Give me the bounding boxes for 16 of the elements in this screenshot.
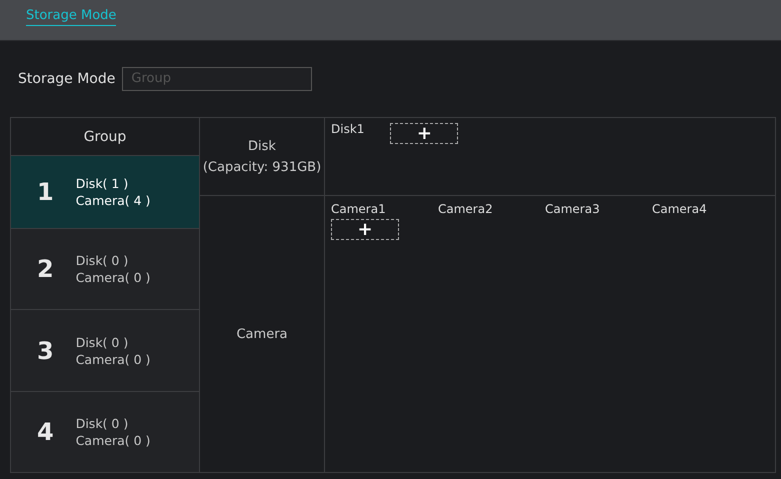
group-item[interactable]: 1 Disk( 1 ) Camera( 4 ) bbox=[11, 155, 199, 228]
disk-label: Disk (Capacity: 931GB) bbox=[200, 118, 325, 195]
group-header: Group bbox=[82, 128, 128, 146]
camera-name: Camera2 bbox=[438, 202, 494, 216]
group-item[interactable]: 2 Disk( 0 ) Camera( 0 ) bbox=[11, 228, 199, 310]
camera-label: Camera bbox=[200, 196, 325, 472]
camera-name: Camera3 bbox=[545, 202, 601, 216]
disk-name: Disk1 bbox=[331, 122, 364, 136]
camera-name: Camera4 bbox=[652, 202, 708, 216]
group-item[interactable]: 4 Disk( 0 ) Camera( 0 ) bbox=[11, 390, 199, 472]
storage-mode-label: Storage Mode bbox=[18, 71, 116, 87]
add-disk-button[interactable]: + bbox=[390, 123, 458, 144]
camera-name: Camera1 bbox=[331, 202, 387, 216]
tab[interactable]: Storage Mode bbox=[26, 8, 116, 26]
group-item[interactable]: 3 Disk( 0 ) Camera( 0 ) bbox=[11, 309, 199, 391]
add-camera-button[interactable]: + bbox=[331, 219, 399, 240]
